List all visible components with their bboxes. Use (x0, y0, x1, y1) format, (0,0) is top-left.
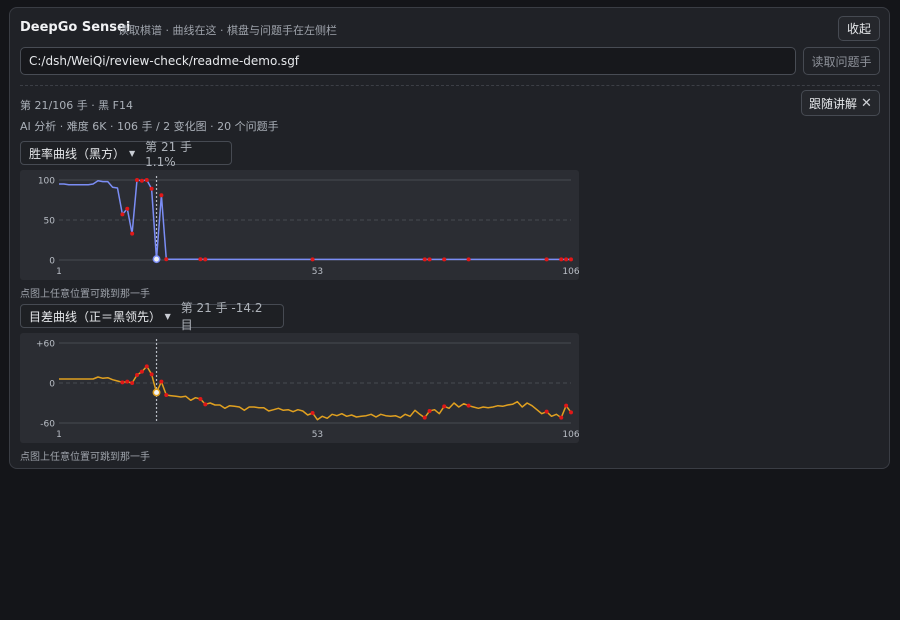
problem-move-marker (422, 257, 427, 262)
y-tick-label: 0 (49, 380, 55, 390)
problem-move-marker (442, 257, 447, 262)
load-problems-button[interactable]: 读取问题手 (803, 47, 880, 75)
problem-move-marker (125, 206, 130, 211)
x-tick-label: 106 (562, 430, 579, 440)
winrate-chart-svg[interactable]: 100 50 01 53 106 (20, 170, 579, 280)
caret-down-icon: ▼ (164, 311, 171, 321)
problem-move-marker (164, 257, 169, 262)
y-tick-label: 50 (44, 217, 56, 227)
x-tick-label: 106 (562, 267, 579, 277)
problem-move-marker (135, 373, 140, 377)
problem-move-marker (544, 257, 549, 262)
caret-down-icon: ▼ (129, 148, 136, 158)
problem-move-marker (310, 411, 315, 415)
x-tick-label: 53 (312, 430, 323, 440)
y-tick-label: 100 (38, 177, 55, 187)
app-subtitle: 读取棋谱 · 曲线在这 · 棋盘与问题手在左侧栏 (118, 24, 337, 37)
y-tick-label: 0 (49, 257, 55, 267)
problem-move-marker (559, 257, 564, 262)
problem-move-marker (427, 409, 432, 413)
problem-move-marker (203, 402, 208, 407)
problem-move-marker (544, 409, 549, 414)
problem-move-marker (144, 364, 149, 369)
y-tick-label: +60 (36, 340, 55, 350)
divider (20, 85, 880, 86)
winrate-select-label: 胜率曲线（黑方） (29, 146, 126, 161)
problem-move-marker (149, 186, 154, 191)
score-chart-svg[interactable]: +60 0 -601 53 106 (20, 333, 579, 443)
score-hint: 点图上任意位置可跳到那一手 (20, 452, 150, 463)
problem-move-marker (442, 404, 447, 409)
problem-move-marker (466, 257, 471, 262)
problem-move-marker (427, 257, 432, 262)
current-move-point (152, 388, 161, 397)
x-tick-label: 1 (56, 267, 62, 277)
problem-move-marker (564, 403, 569, 408)
app-title: DeepGo Sensei (20, 20, 131, 35)
problem-move-marker (120, 380, 125, 385)
close-icon[interactable]: ✕ (861, 96, 872, 111)
current-move-info: 第 21/106 手 · 黑 F14 (20, 99, 134, 112)
problem-move-marker (564, 257, 569, 262)
problem-move-marker (569, 257, 573, 262)
x-tick-label: 1 (56, 430, 62, 440)
score-chart[interactable]: +60 0 -60 1 53 106 (20, 333, 579, 443)
winrate-readout: 第 21 手 1.1% (145, 139, 193, 169)
problem-move-marker (139, 178, 144, 183)
problem-move-marker (130, 381, 135, 385)
x-tick-label: 53 (312, 267, 323, 277)
problem-move-marker (159, 379, 164, 384)
follow-explanation-button[interactable]: 跟随讲解 ✕ (801, 90, 880, 116)
score-select-label: 目差曲线（正＝黑领先） (29, 309, 162, 324)
problem-move-marker (130, 231, 135, 236)
problem-move-marker (198, 397, 203, 401)
winrate-chart[interactable]: 100 50 0 1 53 106 (20, 170, 579, 280)
problem-move-marker (149, 372, 154, 377)
winrate-hint: 点图上任意位置可跳到那一手 (20, 289, 150, 300)
sensei-panel: DeepGo Sensei 读取棋谱 · 曲线在这 · 棋盘与问题手在左侧栏 收… (9, 7, 890, 469)
problem-move-marker (120, 212, 125, 217)
problem-move-marker (569, 410, 573, 415)
problem-move-marker (466, 403, 471, 408)
problem-move-marker (125, 379, 130, 384)
problem-move-marker (135, 178, 140, 182)
winrate-chart-select[interactable]: 胜率曲线（黑方） ▼ 第 21 手 1.1% (20, 140, 232, 169)
current-move-point (152, 255, 161, 264)
follow-explanation-label: 跟随讲解 (809, 96, 858, 111)
problem-move-marker (139, 369, 144, 374)
score-chart-select[interactable]: 目差曲线（正＝黑领先） ▼ 第 21 手 -14.2 目 (20, 301, 284, 332)
y-tick-label: -60 (40, 420, 55, 430)
problem-move-marker (203, 257, 208, 262)
problem-move-marker (422, 415, 427, 420)
sgf-path-input[interactable] (20, 47, 796, 75)
collapse-button[interactable]: 收起 (838, 16, 880, 41)
analysis-summary: AI 分析 · 难度 6K · 106 手 / 2 变化图 · 20 个问题手 (20, 120, 279, 133)
score-readout: 第 21 手 -14.2 目 (180, 301, 263, 332)
problem-move-marker (559, 415, 564, 420)
problem-move-marker (144, 178, 149, 182)
problem-move-marker (159, 193, 164, 198)
problem-move-marker (198, 257, 203, 262)
problem-move-marker (164, 393, 169, 397)
problem-move-marker (310, 257, 315, 262)
